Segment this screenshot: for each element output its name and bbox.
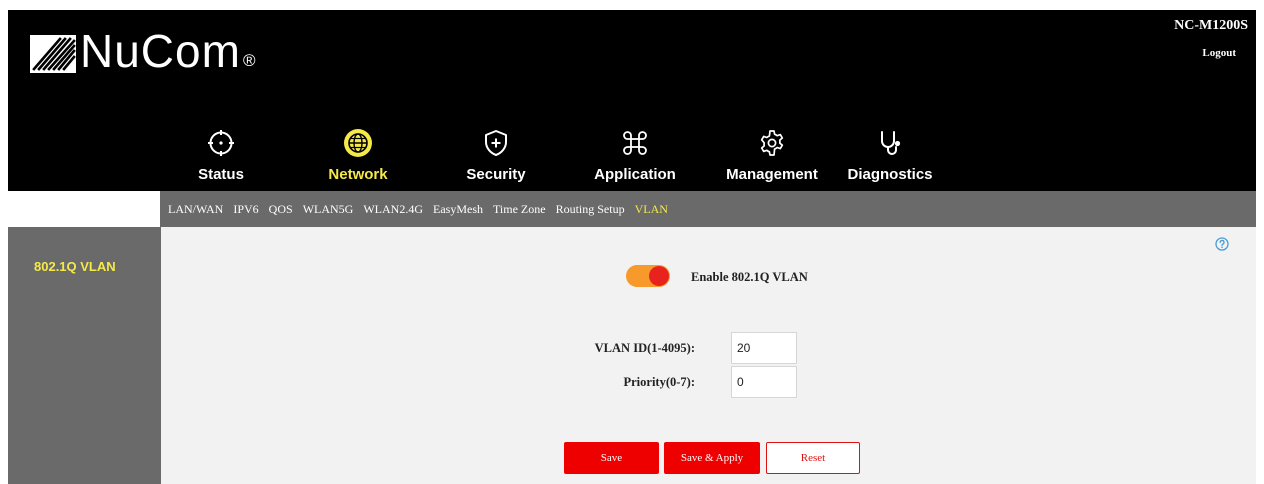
subnav-item-lan-wan[interactable]: LAN/WAN — [168, 202, 223, 217]
nav-item-diagnostics[interactable]: Diagnostics — [830, 128, 950, 183]
command-icon — [623, 131, 647, 155]
subnav-item-easymesh[interactable]: EasyMesh — [433, 202, 483, 217]
reset-button[interactable]: Reset — [766, 442, 860, 474]
enable-vlan-toggle[interactable] — [626, 265, 670, 287]
sidebar-item-8021q-vlan[interactable]: 802.1Q VLAN — [34, 259, 116, 274]
toggle-knob — [649, 266, 669, 286]
subnav-item-routing-setup[interactable]: Routing Setup — [556, 202, 625, 217]
brand-logo: NuCom ® — [30, 20, 255, 82]
shield-plus-icon — [485, 130, 507, 156]
nav-item-label: Application — [594, 166, 676, 183]
crosshair-icon — [208, 130, 234, 156]
stethoscope-icon — [881, 131, 901, 155]
nav-item-security[interactable]: Security — [436, 128, 556, 183]
gear-icon — [760, 130, 784, 156]
globe-icon — [344, 129, 372, 157]
nav-item-label: Security — [466, 166, 526, 183]
sub-navigation: LAN/WAN IPV6 QOS WLAN5G WLAN2.4G EasyMes… — [160, 191, 1256, 227]
vlan-id-input[interactable] — [731, 332, 797, 364]
logout-link[interactable]: Logout — [1202, 47, 1236, 59]
help-icon[interactable] — [1215, 237, 1229, 251]
sidebar: 802.1Q VLAN — [8, 227, 161, 484]
enable-vlan-label: Enable 802.1Q VLAN — [691, 270, 808, 284]
nav-item-management[interactable]: Management — [712, 128, 832, 183]
nav-item-application[interactable]: Application — [575, 128, 695, 183]
brand-logo-icon — [30, 35, 76, 73]
brand-name: NuCom — [80, 25, 241, 77]
subnav-item-time-zone[interactable]: Time Zone — [493, 202, 546, 217]
save-button[interactable]: Save — [564, 442, 659, 474]
save-apply-button[interactable]: Save & Apply — [664, 442, 760, 474]
subnav-item-wlan24g[interactable]: WLAN2.4G — [363, 202, 423, 217]
registered-mark: ® — [242, 51, 256, 70]
subnav-item-ipv6[interactable]: IPV6 — [233, 202, 258, 217]
nav-item-label: Diagnostics — [847, 166, 933, 183]
main-content: Enable 802.1Q VLAN VLAN ID(1-4095): Prio… — [161, 227, 1256, 484]
nav-item-label: Management — [726, 166, 818, 183]
device-model: NC-M1200S — [1174, 18, 1248, 33]
priority-label: Priority(0-7): — [623, 375, 696, 389]
nav-item-label: Network — [328, 166, 388, 183]
subnav-item-wlan5g[interactable]: WLAN5G — [303, 202, 354, 217]
subnav-item-qos[interactable]: QOS — [269, 202, 293, 217]
nav-item-network[interactable]: Network — [298, 128, 418, 183]
subnav-item-vlan[interactable]: VLAN — [635, 202, 668, 217]
vlan-id-label: VLAN ID(1-4095): — [594, 341, 695, 355]
nav-item-label: Status — [198, 166, 244, 183]
nav-item-status[interactable]: Status — [161, 128, 281, 183]
header-bar: NuCom ® NC-M1200S Logout Status Network — [8, 10, 1256, 191]
priority-input[interactable] — [731, 366, 797, 398]
